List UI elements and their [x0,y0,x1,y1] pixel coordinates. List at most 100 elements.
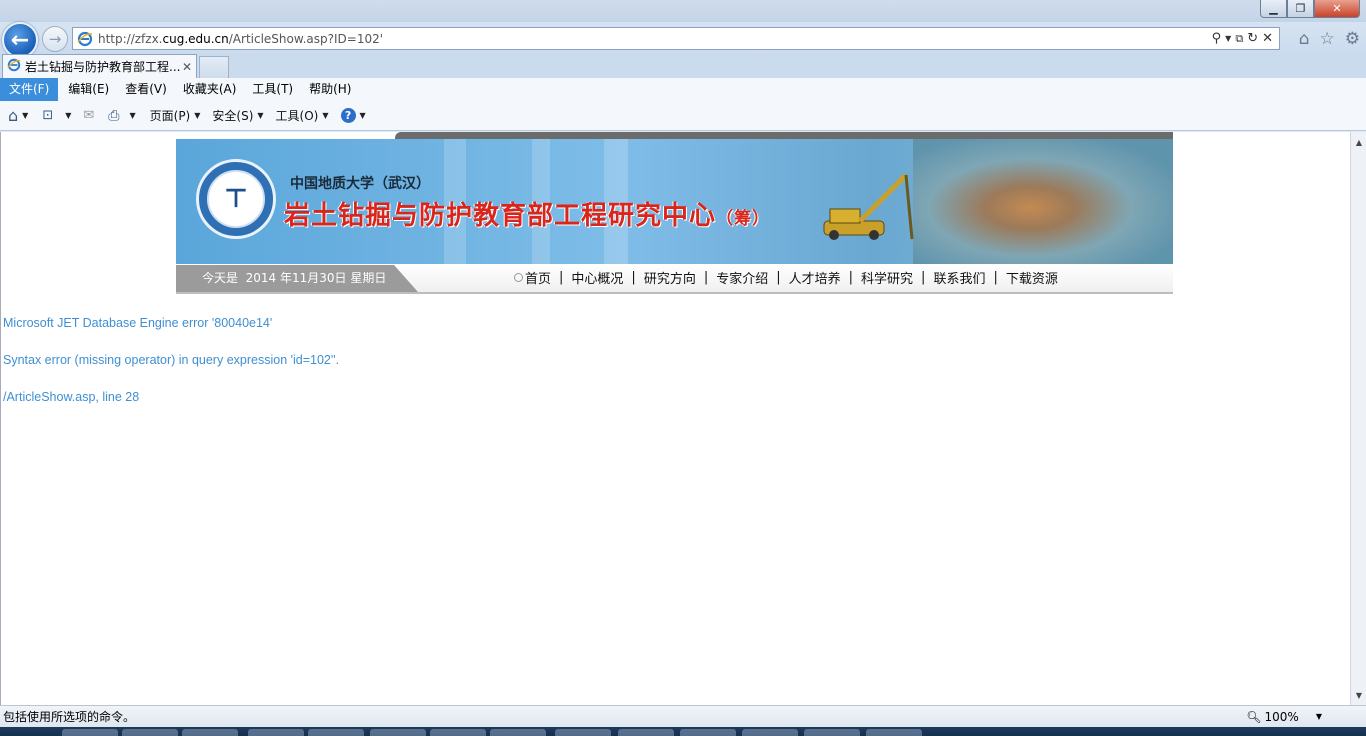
dropdown-arrow-icon: ▼ [359,111,366,120]
banner-top-strip [395,132,1173,139]
help-icon: ? [340,108,356,123]
taskbar-item[interactable] [370,729,426,736]
zoom-icon: 🔍︎ [1246,709,1262,724]
tab-title: 岩土钻掘与防护教育部工程... [25,60,181,74]
safety-label: 安全(S) [212,109,254,123]
compatibility-view-icon[interactable]: ⧉ [1235,32,1243,46]
menu-file[interactable]: 文件(F) [0,78,59,101]
site-banner: ⊤ 中国地质大学（武汉） 岩土钻掘与防护教育部工程研究中心（筹） [176,139,1173,264]
refresh-icon[interactable]: ↻ [1247,31,1258,46]
title-bar: ▁ ❐ ✕ [0,0,1366,22]
mail-command[interactable]: ✉ [83,108,94,123]
center-title-text: 岩土钻掘与防护教育部工程研究中心 [284,201,717,231]
scroll-down-icon[interactable]: ▼ [1351,687,1366,703]
banner-rock-image [913,139,1173,264]
url-text[interactable]: http://zfzx.cug.edu.cn/ArticleShow.asp?I… [98,32,1212,46]
new-tab-button[interactable] [199,56,229,78]
taskbar-item[interactable] [182,729,238,736]
page-label: 页面(P) [149,109,191,123]
maximize-button[interactable]: ❐ [1287,0,1314,18]
nav-home[interactable]: 首页 [525,268,559,287]
nav-talent[interactable]: 人才培养 [781,268,849,287]
error-message: Syntax error (missing operator) in query… [3,353,340,367]
tools-command[interactable]: 工具(O) ▼ [276,107,329,124]
stop-icon[interactable]: ✕ [1262,31,1273,46]
taskbar-item[interactable] [866,729,922,736]
tab-close-icon[interactable]: ✕ [182,60,192,74]
nav-research-direction[interactable]: 研究方向 [636,268,704,287]
nav-experts[interactable]: 专家介绍 [708,268,776,287]
university-logo: ⊤ [196,159,276,239]
university-name: 中国地质大学（武汉） [290,176,430,192]
dropdown-arrow-icon: ▼ [1315,712,1322,721]
minimize-button[interactable]: ▁ [1260,0,1287,18]
page-command[interactable]: 页面(P) ▼ [150,107,201,124]
mail-icon: ✉ [83,108,95,123]
tab-row: 岩土钻掘与防护教育部工程... ✕ [0,54,1366,78]
favorites-star-icon[interactable]: ☆ [1320,29,1335,49]
browser-right-icons: ⌂ ☆ ⚙ [1299,29,1360,49]
menu-bar: 文件(F) 编辑(E) 查看(V) 收藏夹(A) 工具(T) 帮助(H) [0,78,1366,101]
error-title: Microsoft JET Database Engine error '800… [3,316,273,330]
taskbar-item[interactable] [490,729,546,736]
menu-favorites[interactable]: 收藏夹(A) [173,78,243,101]
taskbar-item[interactable] [308,729,364,736]
tab-active[interactable]: 岩土钻掘与防护教育部工程... ✕ [2,54,197,78]
site-nav-strip: 今天是 2014 年11月30日 星期日 首页 | 中心概况 | 研究方向 | 专家介… [176,264,1173,294]
print-command[interactable]: ⎙ ▼ [108,108,135,124]
help-command[interactable]: ? ▼ [340,108,366,123]
taskbar-item[interactable] [618,729,674,736]
menu-help[interactable]: 帮助(H) [299,78,357,101]
ie-page-icon [76,30,94,48]
date-display: 今天是 2014 年11月30日 星期日 [176,265,418,292]
safety-command[interactable]: 安全(S) ▼ [212,107,263,124]
nav-bullet-icon [514,273,523,282]
menu-tools[interactable]: 工具(T) [242,78,299,101]
search-icon[interactable]: ⚲ [1212,31,1222,46]
nav-science[interactable]: 科学研究 [853,268,921,287]
menu-view[interactable]: 查看(V) [115,78,173,101]
forward-button[interactable]: → [42,26,68,52]
taskbar-item[interactable] [248,729,304,736]
dropdown-arrow-icon: ▼ [257,111,264,120]
close-window-button[interactable]: ✕ [1314,0,1360,18]
taskbar-item[interactable] [122,729,178,736]
dropdown-arrow-icon: ▼ [322,111,329,120]
nav-overview[interactable]: 中心概况 [563,268,631,287]
home-command[interactable]: ⌂ ▼ [8,106,28,125]
home-icon[interactable]: ⌂ [1299,29,1310,49]
vertical-scrollbar[interactable]: ▲ ▼ [1350,132,1366,705]
dropdown-arrow-icon: ▼ [129,111,136,120]
address-tools: ⚲ ▼ ⧉ ↻ ✕ [1212,31,1273,46]
taskbar [0,727,1366,736]
zoom-control[interactable]: 🔍︎ 100% ▼ [1246,710,1322,724]
nav-downloads[interactable]: 下载资源 [998,268,1066,287]
dropdown-arrow-icon[interactable]: ▼ [1225,34,1231,43]
center-title: 岩土钻掘与防护教育部工程研究中心（筹） [284,195,770,232]
taskbar-item[interactable] [62,729,118,736]
site-nav: 首页 | 中心概况 | 研究方向 | 专家介绍 | 人才培养 | 科学研究 | 联系我们 | … [514,268,1066,287]
status-text: 包括使用所选项的命令。 [3,710,136,724]
settings-gear-icon[interactable]: ⚙ [1345,29,1360,49]
taskbar-item[interactable] [742,729,798,736]
taskbar-item[interactable] [430,729,486,736]
dropdown-arrow-icon: ▼ [65,111,72,120]
status-bar: 包括使用所选项的命令。 🔍︎ 100% ▼ [0,705,1366,727]
taskbar-item[interactable] [804,729,860,736]
feeds-command[interactable]: ⊡ ▼ [42,108,71,123]
home-icon: ⌂ [8,106,19,125]
center-title-suffix: （筹） [716,209,771,229]
zoom-level: 100% [1264,709,1299,724]
address-bar[interactable]: http://zfzx.cug.edu.cn/ArticleShow.asp?I… [72,27,1280,50]
back-button[interactable]: ← [2,22,38,58]
nav-contact[interactable]: 联系我们 [925,268,993,287]
print-icon: ⎙ [108,107,120,124]
error-location: /ArticleShow.asp, line 28 [3,390,140,404]
rss-feed-icon: ⊡ [42,108,54,123]
scroll-up-icon[interactable]: ▲ [1351,134,1366,150]
window-controls: ▁ ❐ ✕ [1260,0,1360,18]
menu-edit[interactable]: 编辑(E) [58,78,115,101]
dropdown-arrow-icon: ▼ [22,111,29,120]
taskbar-item[interactable] [680,729,736,736]
taskbar-item[interactable] [555,729,611,736]
